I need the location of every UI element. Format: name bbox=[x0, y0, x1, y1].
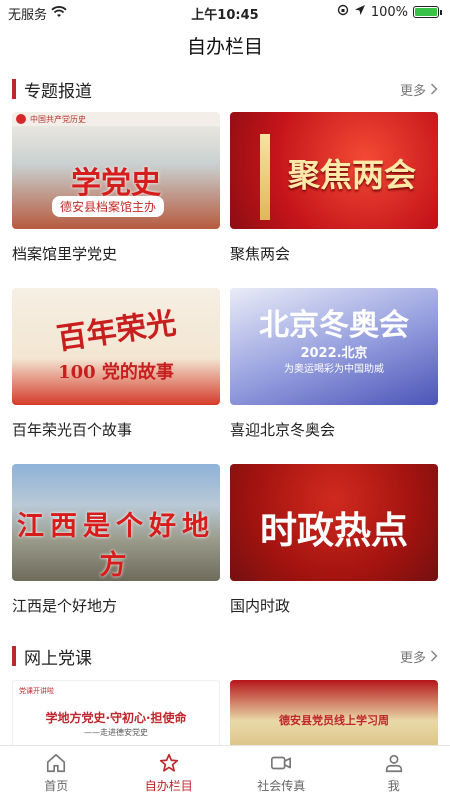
more-link[interactable]: 更多 bbox=[400, 647, 438, 666]
card-thumbnail: 百年荣光 100 党的故事 bbox=[12, 288, 220, 405]
more-link[interactable]: 更多 bbox=[400, 80, 438, 99]
tab-me[interactable]: 我 bbox=[338, 746, 450, 800]
section-header-special-reports: 专题报道 更多 bbox=[12, 76, 438, 102]
tab-label: 自办栏目 bbox=[144, 779, 193, 793]
card-archive-party-history[interactable]: 中国共产党历史 学党史 德安县档案馆主办 档案馆里学党史 bbox=[12, 112, 220, 264]
user-icon bbox=[385, 754, 402, 773]
thumb-tag: 党课开讲啦 bbox=[19, 687, 54, 695]
location-icon bbox=[354, 4, 366, 20]
thumb-sub-text: 100 党的故事 bbox=[58, 362, 174, 383]
card-thumbnail: 中国共产党历史 学党史 德安县档案馆主办 bbox=[12, 112, 220, 229]
thumb-overlay-text: 时政热点 bbox=[260, 509, 408, 552]
tab-home[interactable]: 首页 bbox=[0, 746, 113, 800]
card-title: 国内时政 bbox=[230, 597, 291, 615]
tab-social-news[interactable]: 社会传真 bbox=[225, 746, 338, 800]
home-icon bbox=[47, 753, 66, 773]
thumb-overlay-text: 百年荣光 bbox=[54, 305, 179, 358]
chevron-right-icon bbox=[430, 83, 438, 95]
thumb-sub-text: ——走进德安党史 bbox=[84, 728, 148, 737]
tab-bar: 首页 自办栏目 社会传真 我 bbox=[0, 745, 450, 800]
thumb-sub-text: 2022.北京 bbox=[300, 346, 368, 361]
party-emblem-icon bbox=[16, 114, 26, 124]
card-beijing-olympics[interactable]: 北京冬奥会 2022.北京 为奥运喝彩为中国助威 喜迎北京冬奥会 bbox=[230, 288, 438, 440]
card-jiangxi[interactable]: 江西是个好地方 江西是个好地方 bbox=[12, 464, 220, 616]
card-centennial-stories[interactable]: 百年荣光 100 党的故事 百年荣光百个故事 bbox=[12, 288, 220, 440]
page-title: 自办栏目 bbox=[186, 36, 263, 58]
section-title: 专题报道 bbox=[24, 81, 92, 102]
battery-percent: 100% bbox=[370, 4, 408, 20]
card-thumbnail: 北京冬奥会 2022.北京 为奥运喝彩为中国助威 bbox=[230, 288, 438, 405]
card-thumbnail: 江西是个好地方 bbox=[12, 464, 220, 581]
battery-icon bbox=[413, 6, 439, 18]
tab-label: 首页 bbox=[44, 779, 69, 793]
thumb-overlay-text: 江西是个好地方 bbox=[17, 511, 215, 581]
star-icon bbox=[159, 753, 178, 772]
thumb-overlay-text: 聚焦两会 bbox=[287, 156, 416, 194]
card-two-sessions[interactable]: 聚焦两会 聚焦两会 bbox=[230, 112, 438, 264]
thumb-overlay-text: 德安县党员线上学习周 bbox=[279, 714, 389, 727]
card-title: 聚焦两会 bbox=[230, 245, 291, 263]
thumb-tag: 中国共产党历史 bbox=[12, 112, 220, 126]
thumb-sub-text: 德安县档案馆主办 bbox=[52, 196, 165, 217]
video-icon bbox=[271, 756, 292, 770]
card-title: 档案馆里学党史 bbox=[12, 245, 118, 263]
section-accent-bar bbox=[12, 79, 16, 99]
section-accent-bar bbox=[12, 646, 16, 666]
thumb-sub-text-2: 为奥运喝彩为中国助威 bbox=[284, 364, 384, 375]
tab-label: 社会传真 bbox=[257, 779, 306, 793]
thumb-overlay-text: 北京冬奥会 bbox=[259, 308, 409, 343]
card-title: 喜迎北京冬奥会 bbox=[230, 421, 336, 439]
more-label: 更多 bbox=[399, 650, 426, 666]
more-label: 更多 bbox=[399, 83, 426, 99]
card-thumbnail: 聚焦两会 bbox=[230, 112, 438, 229]
chevron-right-icon bbox=[430, 650, 438, 662]
card-thumbnail: 时政热点 bbox=[230, 464, 438, 581]
tab-self-columns[interactable]: 自办栏目 bbox=[113, 746, 226, 800]
section-title: 网上党课 bbox=[24, 648, 92, 669]
status-bar: 无服务 上午10:45 100% bbox=[0, 0, 450, 24]
card-title: 百年荣光百个故事 bbox=[12, 421, 133, 439]
card-title: 江西是个好地方 bbox=[12, 597, 118, 615]
tab-label: 我 bbox=[387, 779, 400, 793]
card-domestic-politics[interactable]: 时政热点 国内时政 bbox=[230, 464, 438, 616]
rotation-lock-icon bbox=[337, 4, 349, 20]
thumb-overlay-text: 学地方党史·守初心·担使命 bbox=[45, 711, 187, 725]
section-header-online-course: 网上党课 更多 bbox=[12, 643, 438, 669]
